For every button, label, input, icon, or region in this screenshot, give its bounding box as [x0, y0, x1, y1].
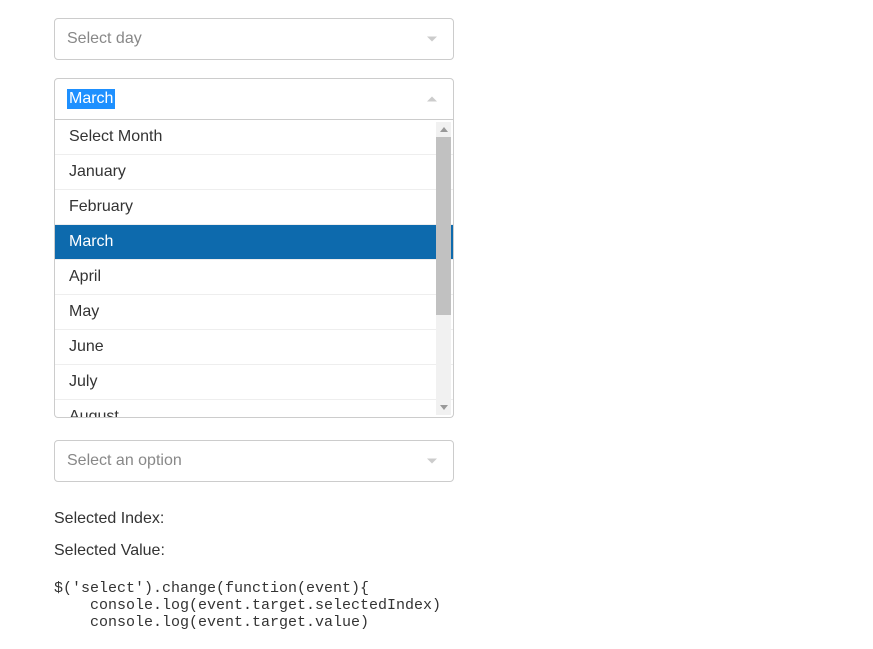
option-select-placeholder: Select an option — [67, 452, 182, 470]
selected-index-label: Selected Index: — [54, 510, 819, 528]
month-option-april[interactable]: April — [55, 260, 453, 295]
month-option-march[interactable]: March — [55, 225, 453, 260]
month-option-january[interactable]: January — [55, 155, 453, 190]
option-select[interactable]: Select an option — [54, 440, 454, 482]
scrollbar-up-icon[interactable] — [436, 122, 451, 137]
month-option-february[interactable]: February — [55, 190, 453, 225]
month-option-july[interactable]: July — [55, 365, 453, 400]
day-select[interactable]: Select day — [54, 18, 454, 60]
month-option-june[interactable]: June — [55, 330, 453, 365]
month-select-wrapper: March Select Month January February Marc… — [54, 78, 454, 120]
day-select-placeholder: Select day — [67, 30, 142, 48]
selected-value-label: Selected Value: — [54, 542, 819, 560]
month-select-value: March — [67, 89, 115, 109]
dropdown-scrollbar[interactable] — [436, 122, 451, 415]
scrollbar-down-icon[interactable] — [436, 400, 451, 415]
chevron-up-icon — [427, 97, 437, 102]
month-option-may[interactable]: May — [55, 295, 453, 330]
scrollbar-thumb[interactable] — [436, 137, 451, 315]
month-select[interactable]: March — [54, 78, 454, 120]
month-option-list: Select Month January February March Apri… — [55, 120, 453, 418]
month-option-august[interactable]: August — [55, 400, 453, 418]
month-dropdown-panel: Select Month January February March Apri… — [54, 120, 454, 418]
code-snippet: $('select').change(function(event){ cons… — [54, 580, 819, 631]
month-option-placeholder[interactable]: Select Month — [55, 120, 453, 155]
chevron-down-icon — [427, 37, 437, 42]
chevron-down-icon — [427, 459, 437, 464]
